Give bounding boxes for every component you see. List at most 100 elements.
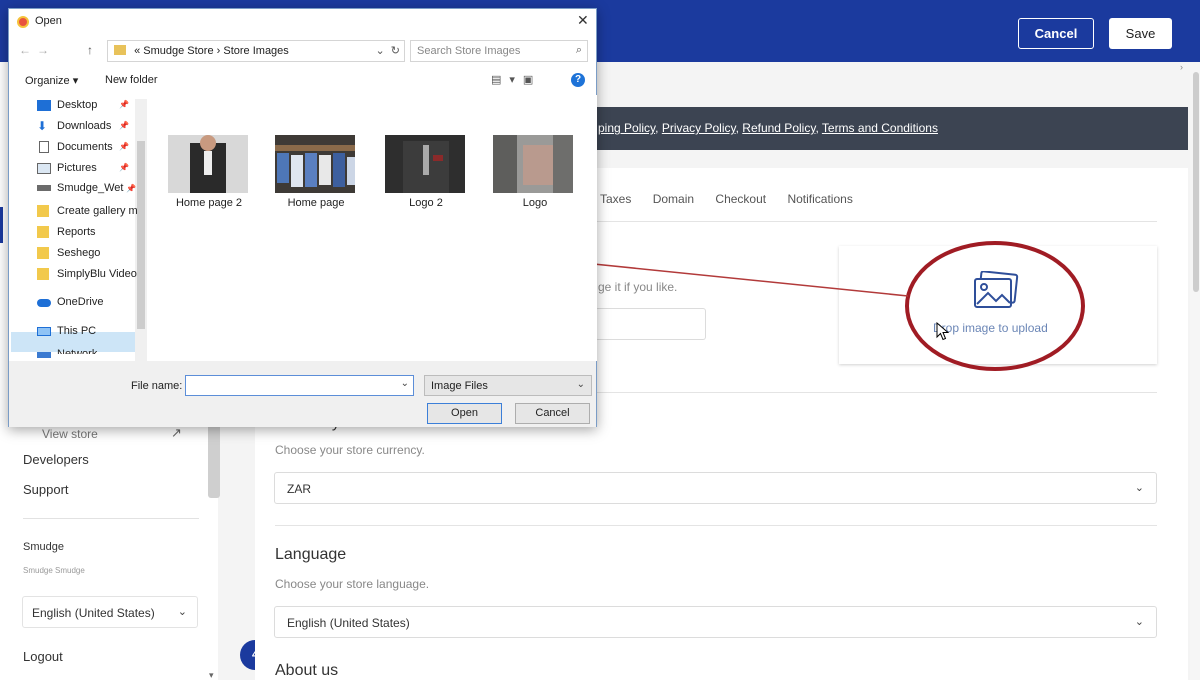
nav-scrollbar-thumb[interactable] <box>137 141 145 329</box>
sidebar-active-indicator <box>0 207 3 243</box>
logout-link[interactable]: Logout <box>23 649 63 664</box>
file-thumbnail-logo-2[interactable] <box>385 135 465 193</box>
documents-icon <box>39 141 49 153</box>
path-separator: › <box>216 45 221 57</box>
language-select[interactable]: English (United States) ⌄ <box>274 606 1157 638</box>
chevron-down-icon: ⌄ <box>576 379 585 390</box>
nav-item-documents[interactable]: Documents <box>57 141 113 153</box>
policy-links: ping Policy, Privacy Policy, Refund Poli… <box>598 121 938 135</box>
save-button[interactable]: Save <box>1109 18 1172 49</box>
downloads-icon: ⬇ <box>37 119 48 133</box>
nav-item-pictures[interactable]: Pictures <box>57 162 97 174</box>
folder-icon <box>37 205 49 217</box>
file-name-logo[interactable]: Logo <box>485 197 585 209</box>
new-folder-button[interactable]: New folder <box>105 74 158 86</box>
file-type-value: Image Files <box>431 380 488 392</box>
about-us-heading: About us <box>275 662 339 679</box>
file-type-select[interactable]: Image Files ⌄ <box>424 375 592 396</box>
pin-icon: 📌 <box>119 163 129 172</box>
tab-notifications[interactable]: Notifications <box>787 192 852 206</box>
currency-select[interactable]: ZAR ⌄ <box>274 472 1157 504</box>
chevron-down-icon: ⌄ <box>1134 616 1144 628</box>
open-file-dialog: Open ✕ ←→ ↑ « Smudge Store › Store Image… <box>8 8 597 427</box>
language-heading: Language <box>275 546 347 563</box>
back-forward-icons[interactable]: ←→ <box>19 43 55 57</box>
dialog-cancel-button[interactable]: Cancel <box>515 403 590 424</box>
cancel-button[interactable]: Cancel <box>1018 18 1094 49</box>
folder-icon <box>114 45 126 55</box>
sidebar-language-select[interactable]: English (United States) ⌄ <box>22 596 198 628</box>
file-name-logo-2[interactable]: Logo 2 <box>376 197 476 209</box>
section-divider <box>275 525 1157 526</box>
nav-item-create-gallery[interactable]: Create gallery m <box>57 205 138 217</box>
path-segment-store-images[interactable]: Store Images <box>223 45 288 57</box>
nav-item-this-pc[interactable]: This PC <box>57 325 96 337</box>
sidebar-item-developers[interactable]: Developers <box>23 452 89 467</box>
language-description: Choose your store language. <box>275 577 430 591</box>
open-button[interactable]: Open <box>427 403 502 424</box>
folder-icon <box>37 268 49 280</box>
shipping-policy-link[interactable]: ping Policy <box>598 121 655 135</box>
search-input[interactable]: Search Store Images ⌕ <box>410 40 588 62</box>
nav-item-seshego[interactable]: Seshego <box>57 247 100 259</box>
chevron-down-icon[interactable]: ⌄ <box>401 378 409 389</box>
sidebar-language-value: English (United States) <box>32 606 155 620</box>
tab-domain[interactable]: Domain <box>653 192 694 206</box>
terms-link[interactable]: Terms and Conditions <box>822 121 938 135</box>
file-thumbnail-home-page[interactable] <box>275 135 355 193</box>
path-overflow[interactable]: « <box>134 45 140 57</box>
nav-item-desktop[interactable]: Desktop <box>57 99 97 111</box>
currency-value: ZAR <box>287 482 311 496</box>
nav-item-reports[interactable]: Reports <box>57 226 96 238</box>
store-name: Smudge <box>23 541 64 553</box>
chevron-right-icon: › <box>1180 62 1183 72</box>
highlight-ellipse <box>905 241 1085 371</box>
annotation-arrow <box>564 255 909 297</box>
store-subtitle: Smudge Smudge <box>23 566 85 575</box>
view-store-link[interactable]: View store <box>42 427 98 441</box>
up-arrow-icon[interactable]: ↑ <box>87 43 93 57</box>
search-icon: ⌕ <box>575 44 582 56</box>
store-name-input[interactable] <box>595 308 706 340</box>
pin-icon: 📌 <box>119 100 129 109</box>
address-bar[interactable]: « Smudge Store › Store Images ⌄ ↻ <box>107 40 405 62</box>
main-scrollbar-thumb[interactable] <box>1193 72 1199 292</box>
file-thumbnail-home-page-2[interactable] <box>168 135 248 193</box>
close-icon[interactable]: ✕ <box>577 12 589 29</box>
file-name-label: File name: <box>131 380 183 392</box>
currency-description: Choose your store currency. <box>275 443 425 457</box>
tab-taxes[interactable]: Taxes <box>600 192 631 206</box>
settings-tabs: Taxes Domain Checkout Notifications <box>600 192 871 206</box>
sidebar-item-support[interactable]: Support <box>23 482 69 497</box>
language-value: English (United States) <box>287 616 410 630</box>
desktop-icon <box>37 100 51 111</box>
nav-item-onedrive[interactable]: OneDrive <box>57 296 103 308</box>
file-name-input[interactable]: ⌄ <box>185 375 414 396</box>
chevron-down-icon: ⌄ <box>1134 482 1144 494</box>
this-pc-icon <box>37 327 51 336</box>
refresh-icon[interactable]: ⌄ ↻ <box>375 44 400 57</box>
sidebar-divider <box>23 518 199 519</box>
organize-button[interactable]: Organize ▾ <box>25 74 78 87</box>
pictures-icon <box>37 163 51 174</box>
chrome-icon <box>17 16 29 28</box>
dialog-title: Open <box>35 15 62 27</box>
nav-item-smudge-wet[interactable]: Smudge_Wet <box>57 182 123 194</box>
privacy-policy-link[interactable]: Privacy Policy <box>662 121 736 135</box>
scroll-down-arrow-icon[interactable]: ▾ <box>209 670 214 680</box>
external-link-icon[interactable]: ↗ <box>171 425 182 441</box>
file-thumbnail-logo[interactable] <box>493 135 573 193</box>
help-icon[interactable]: ? <box>571 73 585 87</box>
path-segment-smudge-store[interactable]: Smudge Store <box>143 45 213 57</box>
folder-icon <box>37 226 49 238</box>
tab-checkout[interactable]: Checkout <box>715 192 766 206</box>
file-name-home-page[interactable]: Home page <box>266 197 366 209</box>
nav-item-simplyblu-video[interactable]: SimplyBlu Video <box>57 268 137 280</box>
network-icon <box>37 352 51 358</box>
folder-icon <box>37 247 49 259</box>
view-options-icon[interactable]: ▤▾▣ <box>491 73 541 86</box>
refund-policy-link[interactable]: Refund Policy <box>742 121 815 135</box>
nav-item-network[interactable]: Network <box>57 348 97 354</box>
file-name-home-page-2[interactable]: Home page 2 <box>159 197 259 209</box>
nav-item-downloads[interactable]: Downloads <box>57 120 111 132</box>
